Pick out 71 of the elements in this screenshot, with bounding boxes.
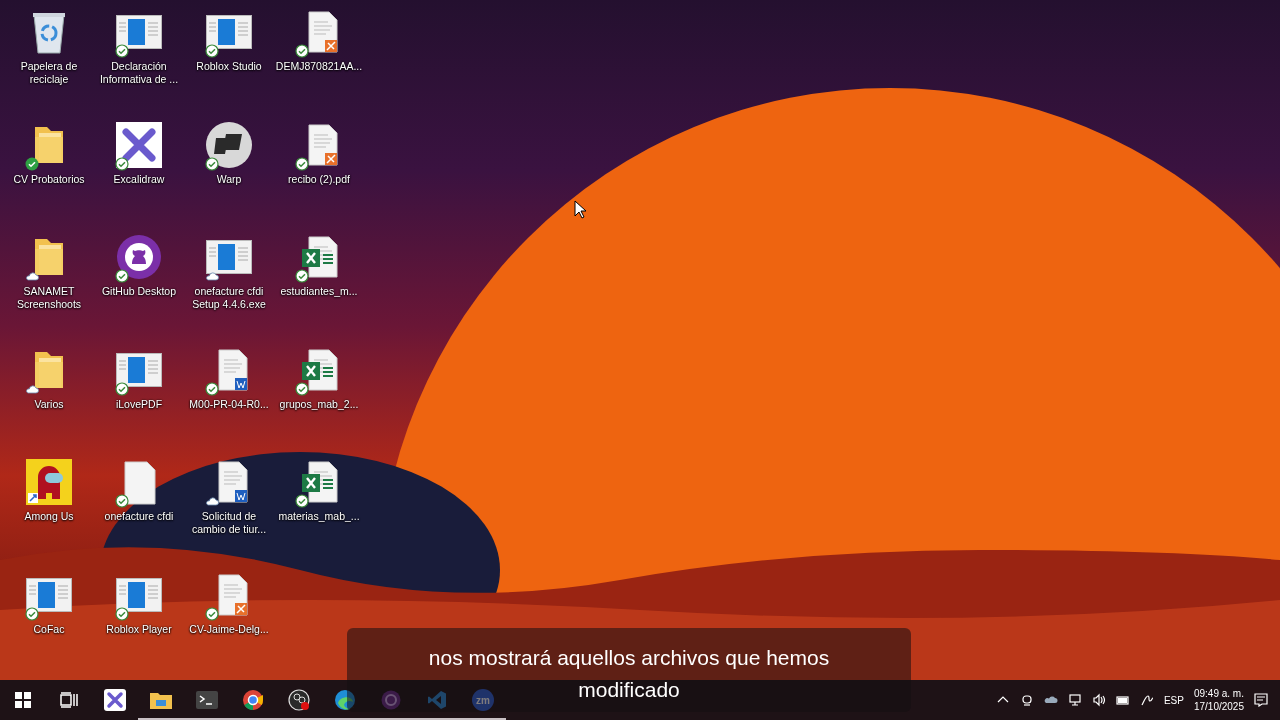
desktop-icon[interactable]: GitHub Desktop — [94, 233, 184, 346]
mouse-pointer-icon — [574, 200, 586, 219]
obs-icon[interactable] — [288, 689, 310, 711]
task-view-icon[interactable] — [60, 692, 78, 708]
sync-check-icon — [115, 269, 129, 283]
clock-time: 09:49 a. m. — [1193, 688, 1244, 699]
sync-check-icon — [115, 44, 129, 58]
sync-check-icon — [205, 156, 219, 171]
app-window-icon — [26, 577, 72, 612]
notification-icon[interactable] — [1254, 693, 1268, 707]
desktop-icon[interactable]: Excalidraw — [94, 120, 184, 233]
terminal-icon[interactable] — [196, 691, 218, 709]
excalidraw-icon[interactable] — [104, 689, 126, 711]
desktop-icon[interactable]: CV Probatorios — [4, 120, 94, 233]
app-window-icon — [116, 15, 162, 49]
desktop-icon[interactable]: onefacture cfdi Setup 4.4.6.exe — [184, 233, 274, 346]
desktop-icon[interactable]: SANAMET Screenshoots — [4, 233, 94, 346]
desktop-icon[interactable]: grupos_mab_2... — [274, 345, 364, 458]
desktop-icon[interactable]: Declaración Informativa de ... — [94, 8, 184, 121]
app-window-icon — [116, 352, 162, 387]
app-window-icon — [206, 15, 252, 49]
windows-start-icon[interactable] — [15, 692, 31, 708]
sync-check-icon — [115, 381, 129, 396]
sync-check-icon — [115, 606, 129, 621]
clock-date: 17/10/2025 — [1193, 701, 1244, 712]
sync-check-icon — [115, 156, 129, 171]
cloud-icon — [25, 269, 39, 283]
warp-icon — [206, 121, 252, 168]
speaker-icon[interactable] — [1091, 693, 1106, 707]
excalidraw-icon — [116, 121, 162, 168]
pen-icon[interactable] — [1139, 693, 1154, 707]
folder-icon[interactable] — [150, 691, 172, 709]
cloud-icon — [205, 494, 219, 508]
sync-check-icon — [205, 606, 219, 621]
desktop-icon[interactable]: Roblox Studio — [184, 8, 274, 121]
desktop-icon[interactable]: Papelera de reciclaje — [4, 8, 94, 121]
desktop-icon[interactable]: CoFac — [4, 570, 94, 680]
webcam-icon[interactable] — [1019, 693, 1034, 707]
desktop-icon[interactable]: Solicitud de cambio de tiur... — [184, 458, 274, 571]
crewmate-icon — [26, 459, 72, 505]
sync-check-icon — [295, 44, 309, 58]
desktop-icon[interactable]: CV-Jaime-Delg... — [184, 570, 274, 680]
desktop-icon[interactable]: Among Us — [4, 458, 94, 571]
desktop-icon[interactable]: Roblox Player — [94, 570, 184, 680]
sync-check-icon — [295, 269, 309, 283]
edge-icon[interactable] — [334, 689, 356, 711]
excel-file-icon — [299, 233, 339, 281]
desktop-icon[interactable]: Warp — [184, 120, 274, 233]
excel-file-icon — [299, 458, 339, 506]
desktop-icon[interactable]: estudiantes_m... — [274, 233, 364, 346]
language-indicator[interactable]: ESP — [1163, 694, 1184, 706]
desktop-icon[interactable]: Varios — [4, 345, 94, 458]
desktop-icon[interactable]: iLovePDF — [94, 345, 184, 458]
sync-check-icon — [295, 494, 309, 508]
sync-check-icon — [115, 494, 129, 508]
desktop-icon[interactable]: recibo (2).pdf — [274, 120, 364, 233]
battery-icon[interactable] — [1115, 693, 1130, 707]
sync-check-icon — [25, 156, 39, 171]
desktop-icon[interactable]: M00-PR-04-R0... — [184, 345, 274, 458]
desktop-icon[interactable]: materias_mab_... — [274, 458, 364, 571]
sync-check-icon — [205, 381, 219, 396]
sync-check-icon — [25, 606, 39, 621]
sync-check-icon — [295, 381, 309, 396]
app-window-icon — [116, 577, 162, 612]
app-window-icon — [206, 240, 252, 274]
sync-check-icon — [295, 156, 309, 171]
cloud-icon — [205, 269, 219, 283]
chrome-icon[interactable] — [242, 689, 264, 711]
desktop-icon[interactable]: DEMJ870821AA... — [274, 8, 364, 121]
sync-check-icon — [205, 44, 219, 58]
network-icon[interactable] — [1067, 693, 1082, 707]
